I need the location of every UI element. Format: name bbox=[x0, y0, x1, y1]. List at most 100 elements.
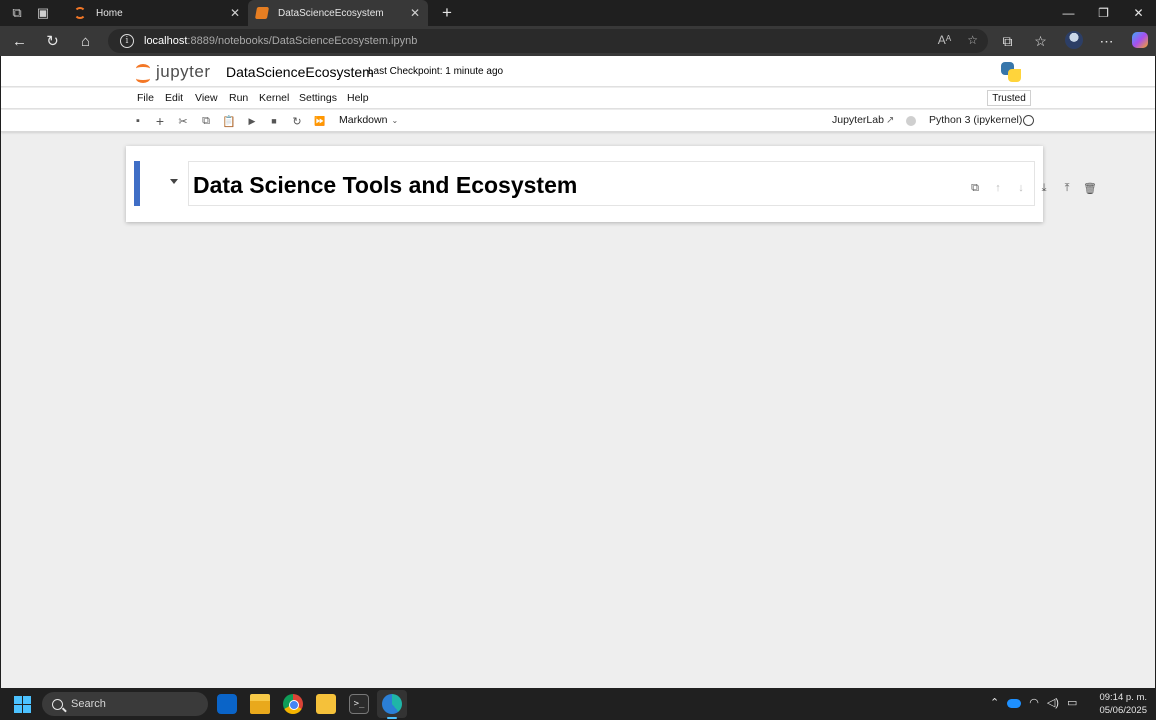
chrome-icon[interactable] bbox=[283, 694, 303, 714]
volume-icon[interactable]: ◁) bbox=[1047, 696, 1059, 709]
address-bar[interactable]: i localhost:8889/notebooks/DataScienceEc… bbox=[108, 29, 988, 53]
taskbar-clock[interactable]: 09:14 p. m. 05/06/2025 bbox=[1099, 691, 1147, 717]
profile-avatar[interactable] bbox=[1057, 30, 1090, 52]
menu-settings[interactable]: Settings bbox=[299, 92, 337, 104]
tab-notebook-close-icon[interactable]: ✕ bbox=[410, 6, 420, 20]
favorite-star-icon[interactable]: ☆ bbox=[967, 33, 978, 47]
external-link-icon: ↗ bbox=[885, 115, 895, 126]
wifi-icon[interactable]: ◠ bbox=[1029, 696, 1039, 709]
kernel-name[interactable]: Python 3 (ipykernel) bbox=[929, 114, 1022, 126]
start-icon[interactable] bbox=[14, 696, 31, 713]
insert-above-icon[interactable]: ⤒ bbox=[1059, 180, 1075, 196]
home-icon[interactable]: ⌂ bbox=[69, 33, 102, 50]
menu-run[interactable]: Run bbox=[229, 92, 248, 104]
insert-cell-icon[interactable]: + bbox=[152, 113, 168, 129]
cell-toolbar: ⧉ ↑ ↓ ⤓ ⤒ 🗑 bbox=[967, 180, 1098, 196]
read-aloud-icon[interactable]: Aᴬ bbox=[938, 33, 951, 47]
move-up-icon[interactable]: ↑ bbox=[990, 180, 1006, 196]
move-down-icon[interactable]: ↓ bbox=[1013, 180, 1029, 196]
onedrive-icon[interactable] bbox=[1007, 699, 1022, 708]
refresh-icon[interactable]: ↻ bbox=[36, 32, 69, 50]
cell-type-value: Markdown bbox=[339, 114, 388, 126]
terminal-icon[interactable]: >_ bbox=[349, 694, 369, 714]
cut-icon[interactable]: ✂ bbox=[175, 113, 191, 129]
duplicate-cell-icon[interactable]: ⧉ bbox=[967, 180, 983, 196]
run-all-icon[interactable]: ⏩ bbox=[312, 113, 328, 129]
markdown-cell[interactable]: Data Science Tools and Ecosystem ⧉ ↑ ↓ ⤓… bbox=[188, 161, 1097, 206]
extensions-icon[interactable]: ⧉ bbox=[991, 33, 1024, 50]
menu-help[interactable]: Help bbox=[347, 92, 369, 104]
taskbar-search-label: Search bbox=[71, 698, 106, 710]
notebook-favicon-icon bbox=[254, 7, 270, 19]
minimize-button[interactable]: — bbox=[1051, 0, 1086, 26]
kernel-settings-icon[interactable] bbox=[906, 116, 916, 126]
menu-view[interactable]: View bbox=[195, 92, 218, 104]
clock-date: 05/06/2025 bbox=[1099, 705, 1147, 716]
cell-heading: Data Science Tools and Ecosystem bbox=[193, 172, 578, 198]
stop-icon[interactable]: ■ bbox=[266, 113, 282, 129]
show-hidden-icons-icon[interactable]: ⌃ bbox=[990, 696, 999, 709]
restart-kernel-icon[interactable]: ↻ bbox=[289, 113, 305, 129]
paste-icon[interactable]: 📋 bbox=[221, 113, 237, 129]
jupyter-header: jupyter DataScienceEcosystem Last Checkp… bbox=[1, 56, 1155, 87]
tab-notebook-title: DataScienceEcosystem bbox=[278, 7, 384, 19]
favorites-icon[interactable]: ☆ bbox=[1024, 33, 1057, 50]
restore-button[interactable]: ❐ bbox=[1086, 0, 1121, 26]
run-icon[interactable]: ▶ bbox=[244, 113, 260, 129]
last-checkpoint: Last Checkpoint: 1 minute ago bbox=[368, 66, 504, 77]
tab-home[interactable]: Home ✕ bbox=[66, 0, 248, 26]
running-indicator bbox=[387, 717, 397, 719]
python-logo-icon bbox=[1001, 62, 1021, 82]
browser-tab-strip: ⧉ ▣ Home ✕ DataScienceEcosystem ✕ + — ❐ … bbox=[0, 0, 1156, 26]
clock-time: 09:14 p. m. bbox=[1099, 692, 1147, 703]
kernel-status-icon bbox=[1023, 115, 1034, 126]
menu-edit[interactable]: Edit bbox=[165, 92, 183, 104]
url-path: :8889/notebooks/DataScienceEcosystem.ipy… bbox=[187, 35, 418, 47]
more-options-icon[interactable]: ⋯ bbox=[1090, 33, 1123, 50]
site-info-icon[interactable]: i bbox=[120, 34, 134, 48]
jupyter-page: jupyter DataScienceEcosystem Last Checkp… bbox=[1, 56, 1155, 688]
taskbar-search[interactable]: Search bbox=[42, 692, 208, 716]
open-jupyterlab-link[interactable]: JupyterLab ↗ bbox=[832, 114, 894, 126]
new-tab-button[interactable]: + bbox=[442, 3, 452, 23]
tab-notebook[interactable]: DataScienceEcosystem ✕ bbox=[248, 0, 428, 26]
workspaces-icon[interactable]: ⧉ bbox=[4, 0, 30, 26]
cell-type-select[interactable]: Markdown ⌄ bbox=[339, 114, 398, 126]
close-window-button[interactable]: ✕ bbox=[1121, 0, 1156, 26]
windows-taskbar: Search >_ ⌃ ◠ ◁) ▭ 09:14 p. m. 05/06/202… bbox=[0, 688, 1156, 720]
notebook-toolbar: ▪ + ✂ ⧉ 📋 ▶ ■ ↻ ⏩ Markdown ⌄ JupyterLab ↗ … bbox=[1, 110, 1155, 132]
tab-actions-icon[interactable]: ▣ bbox=[30, 0, 56, 26]
trusted-badge[interactable]: Trusted bbox=[987, 90, 1031, 106]
active-cell-indicator[interactable] bbox=[134, 161, 140, 206]
jupyter-favicon-icon bbox=[74, 7, 86, 19]
edge-icon[interactable] bbox=[382, 694, 402, 714]
notebook-title[interactable]: DataScienceEcosystem bbox=[226, 64, 374, 80]
menu-kernel[interactable]: Kernel bbox=[259, 92, 289, 104]
jupyter-logo-icon bbox=[135, 62, 151, 83]
system-tray: ⌃ ◠ ◁) ▭ bbox=[990, 696, 1077, 709]
notebook-panel: Data Science Tools and Ecosystem ⧉ ↑ ↓ ⤓… bbox=[126, 146, 1097, 222]
outlook-icon[interactable] bbox=[217, 694, 237, 714]
copy-icon[interactable]: ⧉ bbox=[198, 113, 214, 129]
collapse-heading-icon[interactable] bbox=[170, 179, 178, 184]
copilot-icon[interactable] bbox=[1123, 31, 1156, 51]
insert-below-icon[interactable]: ⤓ bbox=[1036, 180, 1052, 196]
tab-home-close-icon[interactable]: ✕ bbox=[230, 6, 240, 20]
search-icon bbox=[52, 698, 63, 710]
jupyterlab-label: JupyterLab bbox=[832, 114, 884, 126]
tab-home-title: Home bbox=[96, 7, 123, 19]
save-icon[interactable]: ▪ bbox=[130, 113, 146, 129]
jupyter-logo[interactable]: jupyter bbox=[135, 62, 211, 83]
window-controls: — ❐ ✕ bbox=[1051, 0, 1156, 26]
sticky-notes-icon[interactable] bbox=[316, 694, 336, 714]
menu-file[interactable]: File bbox=[137, 92, 154, 104]
url-host: localhost bbox=[144, 35, 188, 47]
back-icon[interactable]: ← bbox=[3, 33, 36, 50]
delete-cell-icon[interactable]: 🗑 bbox=[1082, 180, 1098, 196]
browser-toolbar: ← ↻ ⌂ i localhost:8889/notebooks/DataSci… bbox=[0, 26, 1156, 56]
file-explorer-icon[interactable] bbox=[250, 694, 270, 714]
battery-icon[interactable]: ▭ bbox=[1067, 696, 1077, 709]
jupyter-logo-text: jupyter bbox=[156, 62, 211, 81]
menu-bar: File Edit View Run Kernel Settings Help … bbox=[1, 88, 1155, 109]
chevron-down-icon: ⌄ bbox=[391, 116, 399, 125]
